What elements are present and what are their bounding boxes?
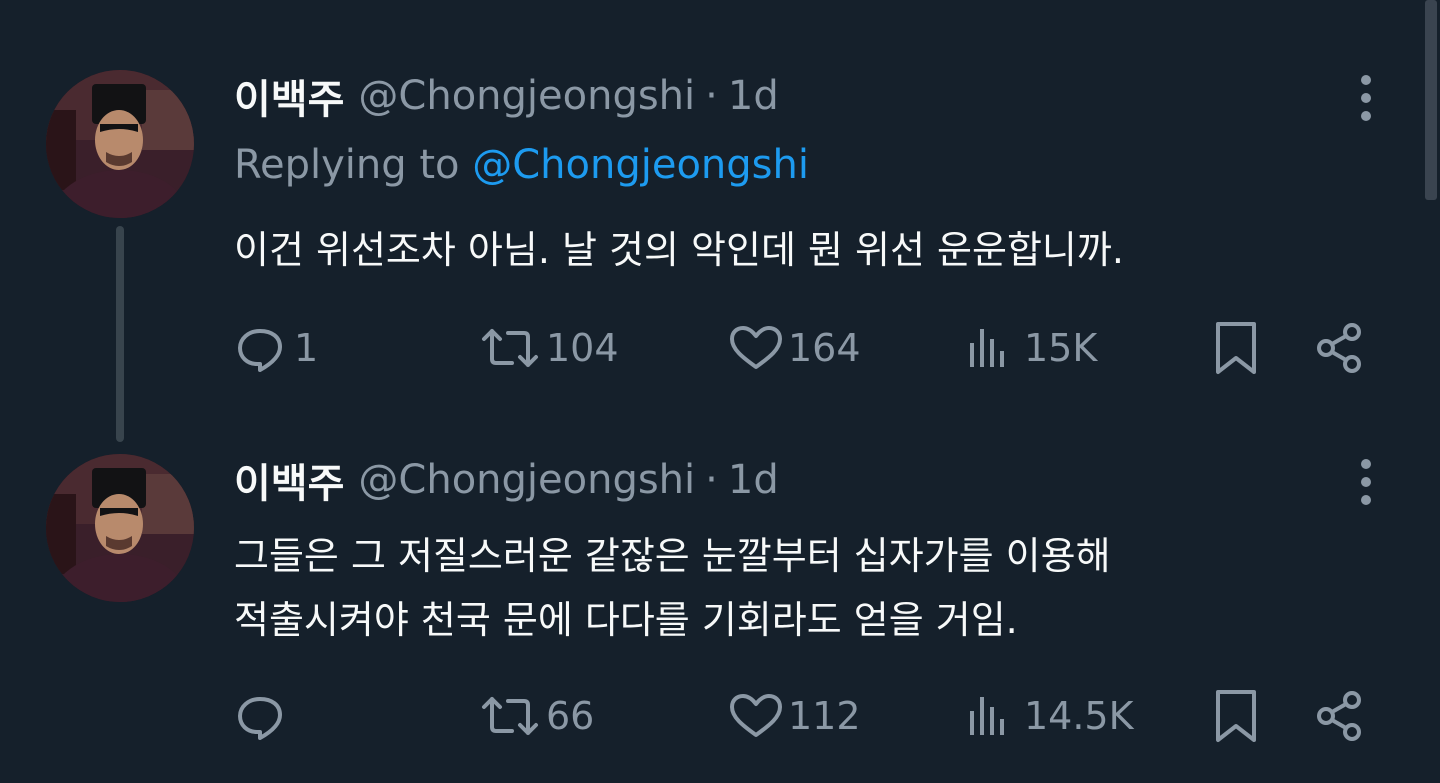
views-count: 14.5K [1024,694,1134,738]
tweet[interactable]: 이백주 @Chongjeongshi · 1d Replying to @Cho… [0,0,1424,442]
replying-to-prefix: Replying to [234,142,460,188]
user-handle[interactable]: @Chongjeongshi [358,457,695,503]
more-vertical-icon[interactable] [1346,70,1386,126]
separator-dot: · [705,457,718,503]
tweet-text-line: 이건 위선조차 아님. 날 것의 악인데 뭔 위선 운운합니까. [234,228,1124,272]
tweet-text-line: 적출시켜야 천국 문에 다다를 기회라도 얻을 거임. [234,598,1018,642]
bookmark-icon [1212,320,1260,376]
reply-icon [234,691,290,741]
views-button[interactable]: 14.5K [964,686,1134,746]
replying-to: Replying to @Chongjeongshi [234,142,809,188]
reply-count: 1 [294,326,319,370]
like-count: 112 [788,694,861,738]
reply-icon [234,323,290,373]
like-count: 164 [788,326,861,370]
share-button[interactable] [1312,686,1368,746]
share-button[interactable] [1312,318,1368,378]
scrollbar-thumb[interactable] [1425,0,1437,200]
scrollbar[interactable] [1424,0,1440,783]
more-vertical-icon[interactable] [1346,454,1386,510]
tweet-text: 그들은 그 저질스러운 같잖은 눈깔부터 십자가를 이용해 적출시켜야 천국 문… [234,524,1111,652]
tweet-actions: 1 104 164 15K [0,318,1424,378]
retweet-icon [478,691,542,741]
retweet-icon [478,323,542,373]
reply-button[interactable]: 1 [234,318,318,378]
views-icon [964,323,1020,373]
retweet-count: 104 [546,326,619,370]
share-icon [1312,688,1368,744]
share-icon [1312,320,1368,376]
retweet-button[interactable]: 104 [478,318,619,378]
heart-icon [728,691,784,741]
retweet-button[interactable]: 66 [478,686,594,746]
display-name[interactable]: 이백주 [234,67,344,125]
separator-dot: · [705,73,718,119]
tweet-header: 이백주 @Chongjeongshi · 1d [234,68,779,124]
reply-button[interactable] [234,686,294,746]
bookmark-button[interactable] [1212,686,1260,746]
tweet[interactable]: 이백주 @Chongjeongshi · 1d 그들은 그 저질스러운 같잖은 … [0,440,1424,783]
retweet-count: 66 [546,694,595,738]
tweet-actions: 66 112 14.5K [0,686,1424,746]
like-button[interactable]: 112 [728,686,861,746]
views-count: 15K [1024,326,1098,370]
bookmark-icon [1212,688,1260,744]
timestamp[interactable]: 1d [728,457,779,503]
replying-to-handle-link[interactable]: @Chongjeongshi [472,142,809,188]
display-name[interactable]: 이백주 [234,451,344,509]
avatar[interactable] [46,454,194,602]
user-handle[interactable]: @Chongjeongshi [358,73,695,119]
timestamp[interactable]: 1d [728,73,779,119]
views-button[interactable]: 15K [964,318,1097,378]
tweet-header: 이백주 @Chongjeongshi · 1d [234,452,779,508]
avatar[interactable] [46,70,194,218]
bookmark-button[interactable] [1212,318,1260,378]
tweet-text-line: 그들은 그 저질스러운 같잖은 눈깔부터 십자가를 이용해 [234,534,1111,578]
views-icon [964,691,1020,741]
like-button[interactable]: 164 [728,318,861,378]
heart-icon [728,323,784,373]
tweet-text: 이건 위선조차 아님. 날 것의 악인데 뭔 위선 운운합니까. [234,218,1124,282]
